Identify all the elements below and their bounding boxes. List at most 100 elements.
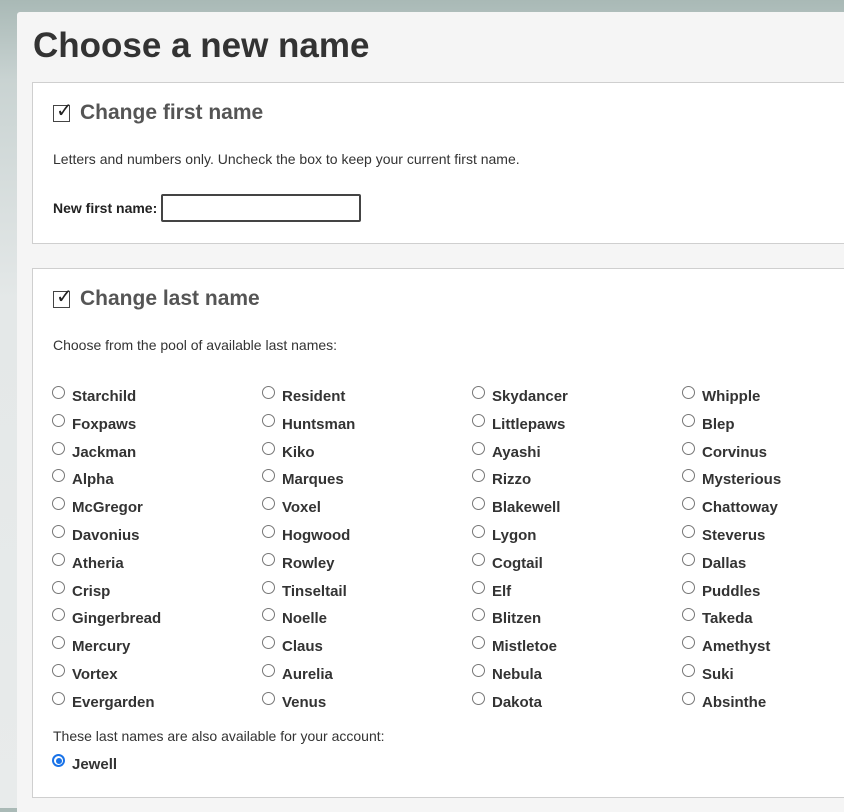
radio-button[interactable]	[52, 608, 65, 622]
radio-button[interactable]	[682, 413, 695, 427]
last-name-option[interactable]: Noelle	[262, 607, 472, 635]
last-name-option[interactable]: Gingerbread	[52, 607, 262, 635]
change-first-name-checkbox[interactable]: ✓	[53, 100, 73, 122]
last-name-option[interactable]: Resident	[262, 385, 472, 413]
radio-button[interactable]	[682, 552, 695, 566]
last-name-option[interactable]: Aurelia	[262, 663, 472, 691]
radio-button[interactable]	[472, 524, 485, 538]
last-name-option[interactable]: Takeda	[682, 607, 844, 635]
radio-button[interactable]	[52, 497, 65, 511]
radio-button[interactable]	[472, 552, 485, 566]
radio-button[interactable]	[472, 663, 485, 677]
last-name-option[interactable]: Claus	[262, 635, 472, 663]
radio-button[interactable]	[472, 413, 485, 427]
last-name-option[interactable]: Mistletoe	[472, 635, 682, 663]
last-name-option[interactable]: Puddles	[682, 580, 844, 608]
radio-button[interactable]	[682, 663, 695, 677]
last-name-option[interactable]: Corvinus	[682, 441, 844, 469]
radio-button[interactable]	[262, 386, 275, 399]
radio-button[interactable]	[472, 580, 485, 594]
last-name-option[interactable]: Ayashi	[472, 441, 682, 469]
last-name-option[interactable]: Blep	[682, 413, 844, 441]
radio-button[interactable]	[52, 691, 65, 705]
last-name-option[interactable]: Rizzo	[472, 468, 682, 496]
last-name-option[interactable]: Marques	[262, 468, 472, 496]
radio-button[interactable]	[52, 663, 65, 677]
radio-button[interactable]	[262, 469, 275, 483]
last-name-option[interactable]: Chattoway	[682, 496, 844, 524]
radio-button[interactable]	[472, 386, 485, 399]
radio-button[interactable]	[52, 469, 65, 483]
radio-button[interactable]	[472, 469, 485, 483]
radio-button[interactable]	[262, 691, 275, 705]
last-name-option[interactable]: Huntsman	[262, 413, 472, 441]
last-name-option[interactable]: Jewell	[52, 753, 117, 773]
last-name-option[interactable]: Starchild	[52, 385, 262, 413]
radio-button[interactable]	[472, 441, 485, 455]
radio-button[interactable]	[682, 580, 695, 594]
first-name-input[interactable]	[161, 194, 362, 222]
radio-button[interactable]	[262, 441, 275, 455]
last-name-option[interactable]: Skydancer	[472, 385, 682, 413]
last-name-option[interactable]: Voxel	[262, 496, 472, 524]
last-name-option[interactable]: Blakewell	[472, 496, 682, 524]
last-name-option[interactable]: Lygon	[472, 524, 682, 552]
last-name-option[interactable]: Rowley	[262, 552, 472, 580]
radio-button[interactable]	[472, 608, 485, 622]
last-name-option[interactable]: Jackman	[52, 441, 262, 469]
last-name-option[interactable]: Venus	[262, 691, 472, 719]
last-name-option[interactable]: Davonius	[52, 524, 262, 552]
radio-button[interactable]	[52, 580, 65, 594]
radio-button[interactable]	[682, 524, 695, 538]
radio-button[interactable]	[262, 663, 275, 677]
radio-button[interactable]	[52, 413, 65, 427]
last-name-option[interactable]: Littlepaws	[472, 413, 682, 441]
radio-button[interactable]	[682, 469, 695, 483]
radio-button[interactable]	[682, 386, 695, 399]
last-name-option[interactable]: Suki	[682, 663, 844, 691]
radio-button[interactable]	[682, 497, 695, 511]
radio-button[interactable]	[262, 497, 275, 511]
radio-button[interactable]	[682, 636, 695, 650]
last-name-option[interactable]: Alpha	[52, 468, 262, 496]
radio-button[interactable]	[52, 441, 65, 455]
last-name-option[interactable]: McGregor	[52, 496, 262, 524]
radio-button[interactable]	[262, 524, 275, 538]
radio-button[interactable]	[472, 691, 485, 705]
radio-button[interactable]	[52, 386, 65, 399]
last-name-option[interactable]: Atheria	[52, 552, 262, 580]
last-name-option[interactable]: Dakota	[472, 691, 682, 719]
radio-button[interactable]	[52, 636, 65, 650]
last-name-option[interactable]: Steverus	[682, 524, 844, 552]
radio-button[interactable]	[682, 441, 695, 455]
last-name-option[interactable]: Tinseltail	[262, 580, 472, 608]
radio-button[interactable]	[52, 552, 65, 566]
radio-button[interactable]	[262, 580, 275, 594]
radio-button[interactable]	[472, 497, 485, 511]
last-name-option[interactable]: Kiko	[262, 441, 472, 469]
radio-button[interactable]	[262, 413, 275, 427]
last-name-option[interactable]: Evergarden	[52, 691, 262, 719]
radio-button[interactable]	[52, 754, 65, 767]
radio-button[interactable]	[472, 636, 485, 650]
radio-button[interactable]	[262, 636, 275, 650]
last-name-option[interactable]: Blitzen	[472, 607, 682, 635]
last-name-option[interactable]: Nebula	[472, 663, 682, 691]
last-name-option[interactable]: Elf	[472, 580, 682, 608]
last-name-option[interactable]: Absinthe	[682, 691, 844, 719]
radio-button[interactable]	[682, 608, 695, 622]
radio-button[interactable]	[52, 524, 65, 538]
last-name-option[interactable]: Vortex	[52, 663, 262, 691]
last-name-option[interactable]: Cogtail	[472, 552, 682, 580]
radio-button[interactable]	[682, 691, 695, 705]
radio-button[interactable]	[262, 608, 275, 622]
change-last-name-checkbox[interactable]: ✓	[53, 286, 73, 308]
last-name-option[interactable]: Crisp	[52, 580, 262, 608]
last-name-option[interactable]: Dallas	[682, 552, 844, 580]
last-name-option[interactable]: Amethyst	[682, 635, 844, 663]
last-name-option[interactable]: Hogwood	[262, 524, 472, 552]
last-name-option[interactable]: Foxpaws	[52, 413, 262, 441]
last-name-option[interactable]: Mercury	[52, 635, 262, 663]
last-name-option[interactable]: Whipple	[682, 385, 844, 413]
radio-button[interactable]	[262, 552, 275, 566]
